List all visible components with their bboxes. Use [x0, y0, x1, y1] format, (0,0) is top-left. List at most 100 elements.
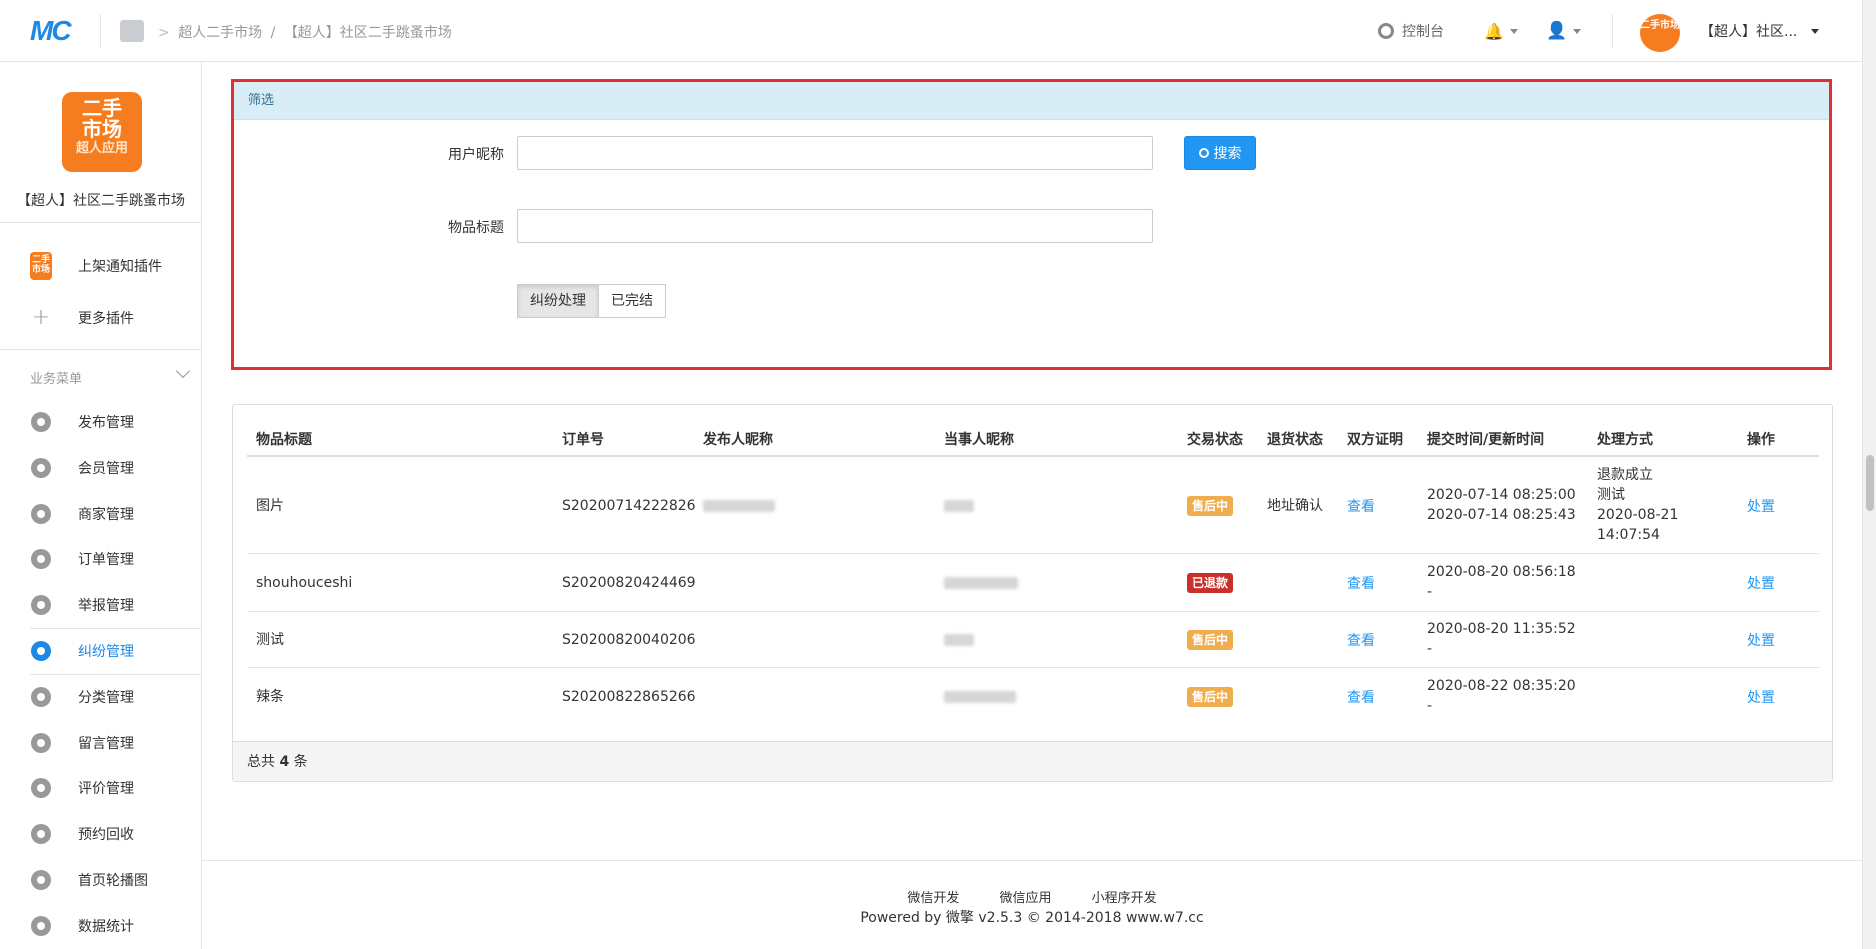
status-badge: 售后中 — [1187, 687, 1234, 707]
handle-link[interactable]: 处置 — [1747, 573, 1775, 593]
plus-icon: + — [31, 305, 51, 330]
console-link[interactable]: 控制台 — [1378, 0, 1444, 62]
column-header: 物品标题 — [256, 432, 312, 448]
column-header: 发布人昵称 — [703, 432, 773, 448]
column-header: 操作 — [1747, 432, 1775, 448]
view-proof-link[interactable]: 查看 — [1347, 496, 1375, 516]
sidebar-item-notify-plugin[interactable]: 二手 市场 上架通知插件 — [30, 246, 202, 286]
gear-icon — [31, 412, 51, 432]
sidebar-item-6[interactable]: 分类管理 — [30, 677, 202, 717]
redacted-party — [944, 634, 974, 646]
account-name: 【超人】社区... — [1700, 24, 1798, 40]
sidebar-item-9[interactable]: 预约回收 — [30, 814, 202, 854]
account-logo[interactable]: 二手市场 — [1640, 14, 1680, 52]
status-badge: 售后中 — [1187, 496, 1234, 516]
cell-return-status: 地址确认 — [1267, 498, 1323, 514]
search-button[interactable]: 搜索 — [1184, 136, 1256, 170]
segment-dispute[interactable]: 纠纷处理 — [517, 284, 599, 318]
segment-completed[interactable]: 已完结 — [599, 284, 666, 318]
cell-time-submitted: 2020-07-14 08:25:00 — [1427, 487, 1576, 503]
sidebar-item-7[interactable]: 留言管理 — [30, 723, 202, 763]
gear-icon — [31, 641, 51, 661]
search-button-label: 搜索 — [1213, 146, 1242, 162]
cell-time-submitted: 2020-08-20 11:35:52 — [1427, 621, 1576, 637]
item-title-input[interactable] — [517, 209, 1153, 243]
user-icon: 👤 — [1546, 21, 1568, 41]
sidebar-item-more-plugins[interactable]: + 更多插件 — [30, 298, 202, 338]
row-divider — [247, 553, 1819, 554]
sidebar-item-label: 订单管理 — [78, 552, 134, 568]
sidebar-item-3[interactable]: 订单管理 — [30, 539, 202, 579]
sidebar-item-8[interactable]: 评价管理 — [30, 768, 202, 808]
sidebar-item-label: 会员管理 — [78, 461, 134, 477]
cell-time-submitted: 2020-08-20 08:56:18 — [1427, 564, 1576, 580]
app-logo[interactable]: MC — [30, 16, 82, 46]
handle-link[interactable]: 处置 — [1747, 496, 1775, 516]
sidebar-item-1[interactable]: 会员管理 — [30, 448, 202, 488]
brand-logo-line2: 市场 — [82, 117, 122, 141]
gear-icon — [31, 595, 51, 615]
sidebar-item-5[interactable]: 纠纷管理 — [30, 631, 202, 671]
divider — [0, 349, 202, 350]
breadcrumb: > 超人二手市场 / 【超人】社区二手跳蚤市场 — [158, 25, 452, 41]
sidebar: 二手 市场 超人应用 【超人】社区二手跳蚤市场 二手 市场 上架通知插件 + 更多… — [0, 62, 202, 949]
view-proof-link[interactable]: 查看 — [1347, 687, 1375, 707]
handle-link[interactable]: 处置 — [1747, 687, 1775, 707]
view-proof-link[interactable]: 查看 — [1347, 630, 1375, 650]
home-icon[interactable] — [120, 20, 144, 42]
page-scrollbar[interactable] — [1862, 0, 1876, 949]
breadcrumb-item-app[interactable]: 【超人】社区二手跳蚤市场 — [284, 25, 452, 41]
cell-method: 14:07:54 — [1597, 527, 1660, 543]
column-header: 双方证明 — [1347, 432, 1403, 448]
breadcrumb-item-market[interactable]: 超人二手市场 — [178, 25, 262, 41]
table-total: 总共 4 条 — [233, 741, 1832, 781]
filter-panel-title: 筛选 — [234, 82, 1829, 120]
handle-link[interactable]: 处置 — [1747, 630, 1775, 650]
sidebar-item-label: 纠纷管理 — [78, 644, 134, 660]
view-proof-link[interactable]: 查看 — [1347, 573, 1375, 593]
sidebar-item-2[interactable]: 商家管理 — [30, 494, 202, 534]
sidebar-item-label: 举报管理 — [78, 598, 134, 614]
footer-link-wechat-apps[interactable]: 微信应用 — [999, 891, 1051, 906]
sidebar-item-label: 更多插件 — [78, 311, 134, 327]
top-divider — [100, 14, 101, 48]
cell-time-updated: - — [1427, 584, 1433, 600]
brand-logo: 二手 市场 超人应用 — [62, 92, 142, 172]
sidebar-item-label: 商家管理 — [78, 507, 134, 523]
footer-link-wechat-dev[interactable]: 微信开发 — [907, 891, 959, 906]
status-badge: 售后中 — [1187, 630, 1234, 650]
gear-icon — [31, 733, 51, 753]
gear-icon — [31, 549, 51, 569]
filter-panel: 筛选 用户昵称 搜索 物品标题 纠纷处理 已完结 — [231, 79, 1832, 370]
nickname-input[interactable] — [517, 136, 1153, 170]
chevron-down-icon[interactable] — [175, 363, 191, 379]
sidebar-item-0[interactable]: 发布管理 — [30, 402, 202, 442]
account-switcher[interactable]: 【超人】社区... — [1700, 0, 1820, 62]
brand-logo-line3: 超人应用 — [75, 141, 128, 156]
total-count: 4 — [279, 754, 290, 770]
scrollbar-thumb[interactable] — [1866, 455, 1874, 511]
sidebar-item-4[interactable]: 举报管理 — [30, 585, 202, 625]
sidebar-item-label: 预约回收 — [78, 827, 134, 843]
cell-order-no: S20200820424469 — [562, 575, 696, 591]
notifications-dropdown[interactable]: 🔔 — [1484, 0, 1518, 62]
footer-copyright: Powered by 微擎 v2.5.3 © 2014-2018 www.w7.… — [860, 910, 1204, 926]
sidebar-item-label: 首页轮播图 — [78, 873, 148, 889]
column-header: 提交时间/更新时间 — [1427, 432, 1545, 448]
sidebar-item-11[interactable]: 数据统计 — [30, 906, 202, 946]
redacted-party — [944, 500, 974, 512]
cell-title: 测试 — [256, 632, 284, 648]
cell-order-no: S20200714222826 — [562, 498, 696, 514]
search-icon — [1198, 148, 1209, 158]
footer-link-miniprogram[interactable]: 小程序开发 — [1092, 891, 1157, 906]
sidebar-item-label: 分类管理 — [78, 690, 134, 706]
sidebar-item-10[interactable]: 首页轮播图 — [30, 860, 202, 900]
gear-icon — [31, 778, 51, 798]
user-menu-dropdown[interactable]: 👤 — [1546, 0, 1582, 62]
item-title-label: 物品标题 — [448, 220, 504, 236]
brand-name: 【超人】社区二手跳蚤市场 — [17, 193, 185, 209]
cell-method: 测试 — [1597, 487, 1625, 503]
cell-method: 2020-08-21 — [1597, 507, 1679, 523]
cell-time-submitted: 2020-08-22 08:35:20 — [1427, 678, 1576, 694]
nickname-label: 用户昵称 — [448, 147, 504, 163]
